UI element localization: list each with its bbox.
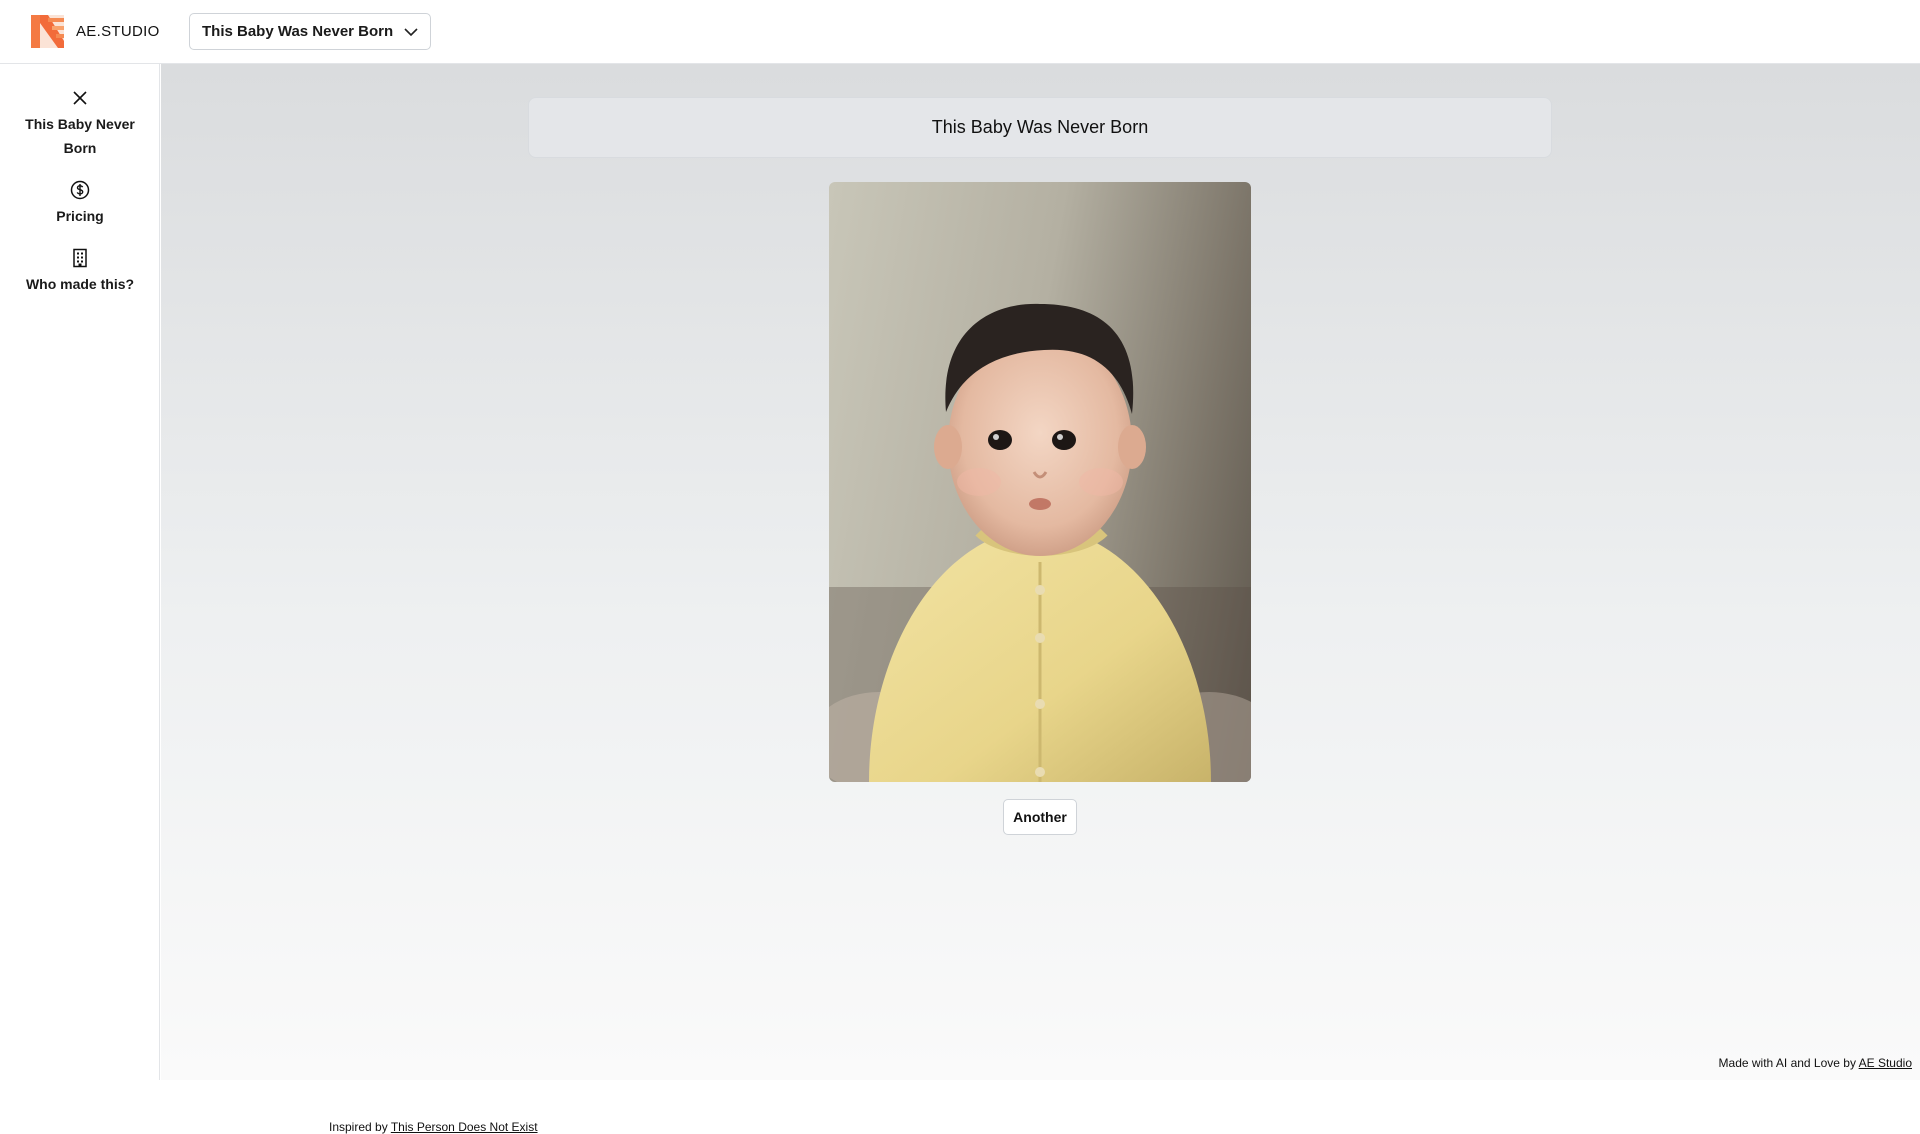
building-icon	[73, 248, 87, 268]
sidebar-item-this-baby-never-born[interactable]: This Baby Never Born	[0, 88, 160, 160]
footer-inspired-prefix: Inspired by	[329, 1120, 391, 1134]
chevron-down-icon	[404, 27, 418, 36]
top-bar: AE.STUDIO This Baby Was Never Born	[0, 0, 1920, 64]
page-title-text: This Baby Was Never Born	[931, 117, 1149, 137]
close-icon	[73, 91, 87, 105]
ae-studio-link[interactable]: AE Studio	[1859, 1056, 1912, 1070]
sidebar-item-label: Who made this?	[25, 276, 135, 292]
ae-studio-logo-icon	[31, 15, 64, 48]
sidebar-item-label: Born	[63, 140, 97, 156]
sidebar-item-pricing[interactable]: Pricing	[0, 180, 160, 228]
another-button[interactable]: Another	[1003, 799, 1077, 835]
dollar-circle-icon	[70, 180, 90, 200]
generated-baby-image	[829, 182, 1251, 782]
footer-made-by: Made with AI and Love by AE Studio	[1719, 1056, 1912, 1070]
main-content: This Baby Was Never Born Another Inspire…	[161, 64, 1920, 1134]
sidebar-item-who-made-this[interactable]: Who made this?	[0, 248, 160, 296]
sidebar: This Baby Never Born Pricing Who made th…	[0, 64, 160, 1080]
this-person-does-not-exist-link[interactable]: This Person Does Not Exist	[391, 1120, 538, 1134]
sidebar-item-label: Pricing	[56, 208, 104, 224]
sidebar-item-label: This Baby Never	[25, 116, 135, 132]
footer-made-by-prefix: Made with AI and Love by	[1718, 1056, 1859, 1070]
product-selector-dropdown[interactable]: This Baby Was Never Born	[189, 13, 432, 50]
product-selector-label: This Baby Was Never Born	[202, 23, 394, 40]
brand[interactable]: AE.STUDIO	[31, 15, 189, 48]
page-title: This Baby Was Never Born	[528, 97, 1552, 158]
baby-portrait-illustration	[829, 303, 1251, 782]
brand-name: AE.STUDIO	[76, 23, 160, 40]
footer-inspired-by: Inspired by This Person Does Not Exist	[329, 1120, 538, 1134]
